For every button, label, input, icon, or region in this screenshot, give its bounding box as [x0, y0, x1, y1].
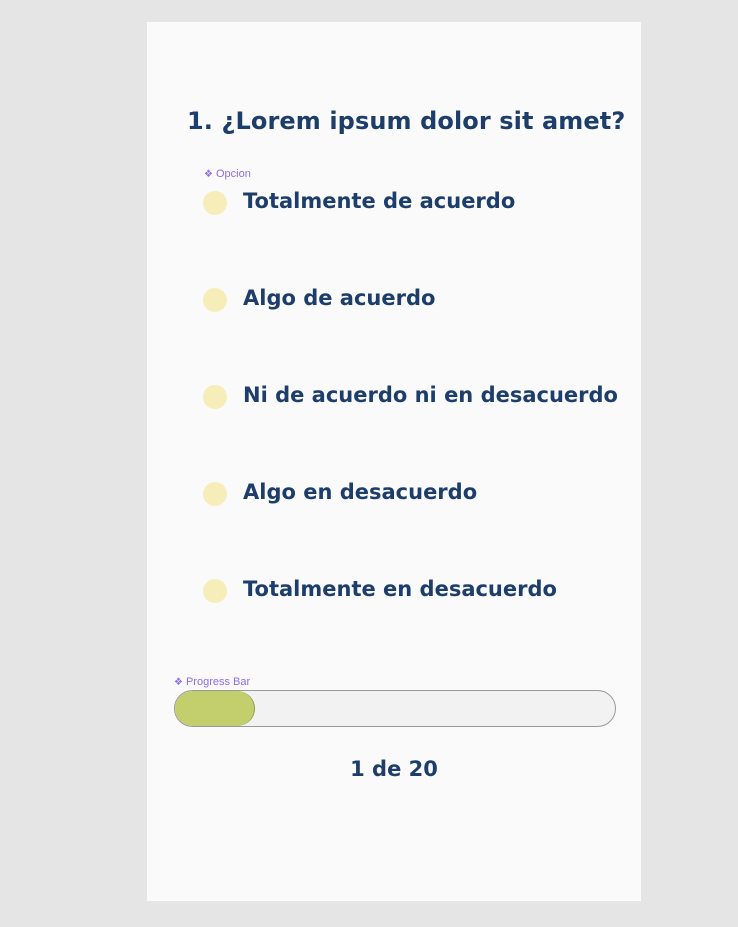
component-icon: ❖ — [174, 677, 183, 688]
radio-circle-icon[interactable] — [203, 482, 227, 506]
progress-bar — [174, 690, 616, 727]
answer-option[interactable]: Ni de acuerdo ni en desacuerdo — [203, 375, 623, 415]
component-icon: ❖ — [204, 169, 213, 180]
answer-option-label: Algo de acuerdo — [243, 286, 436, 310]
answer-option-label: Totalmente de acuerdo — [243, 189, 516, 213]
progress-component-tag: ❖ Progress Bar — [174, 675, 250, 690]
radio-circle-icon[interactable] — [203, 191, 227, 215]
radio-circle-icon[interactable] — [203, 288, 227, 312]
radio-circle-icon[interactable] — [203, 579, 227, 603]
option-component-tag: ❖ Opcion — [204, 167, 251, 182]
answer-option[interactable]: Totalmente en desacuerdo — [203, 569, 623, 609]
progress-fill — [175, 691, 256, 726]
answer-option-label: Ni de acuerdo ni en desacuerdo — [243, 383, 618, 407]
question-title: 1. ¿Lorem ipsum dolor sit amet? — [187, 107, 626, 135]
progress-counter: 1 de 20 — [350, 757, 438, 781]
answer-option[interactable]: Algo en desacuerdo — [203, 472, 623, 512]
progress-component-tag-label: Progress Bar — [185, 676, 251, 688]
survey-card: 1. ¿Lorem ipsum dolor sit amet? ❖ Opcion … — [146, 21, 642, 902]
answer-option[interactable]: Algo de acuerdo — [203, 278, 623, 318]
answer-option-label: Algo en desacuerdo — [243, 480, 478, 504]
radio-circle-icon[interactable] — [203, 385, 227, 409]
answer-options: Totalmente de acuerdo Algo de acuerdo Ni… — [203, 181, 623, 666]
answer-option-label: Totalmente en desacuerdo — [243, 577, 557, 601]
answer-option[interactable]: Totalmente de acuerdo — [203, 181, 623, 221]
option-component-tag-label: Opcion — [215, 168, 251, 180]
